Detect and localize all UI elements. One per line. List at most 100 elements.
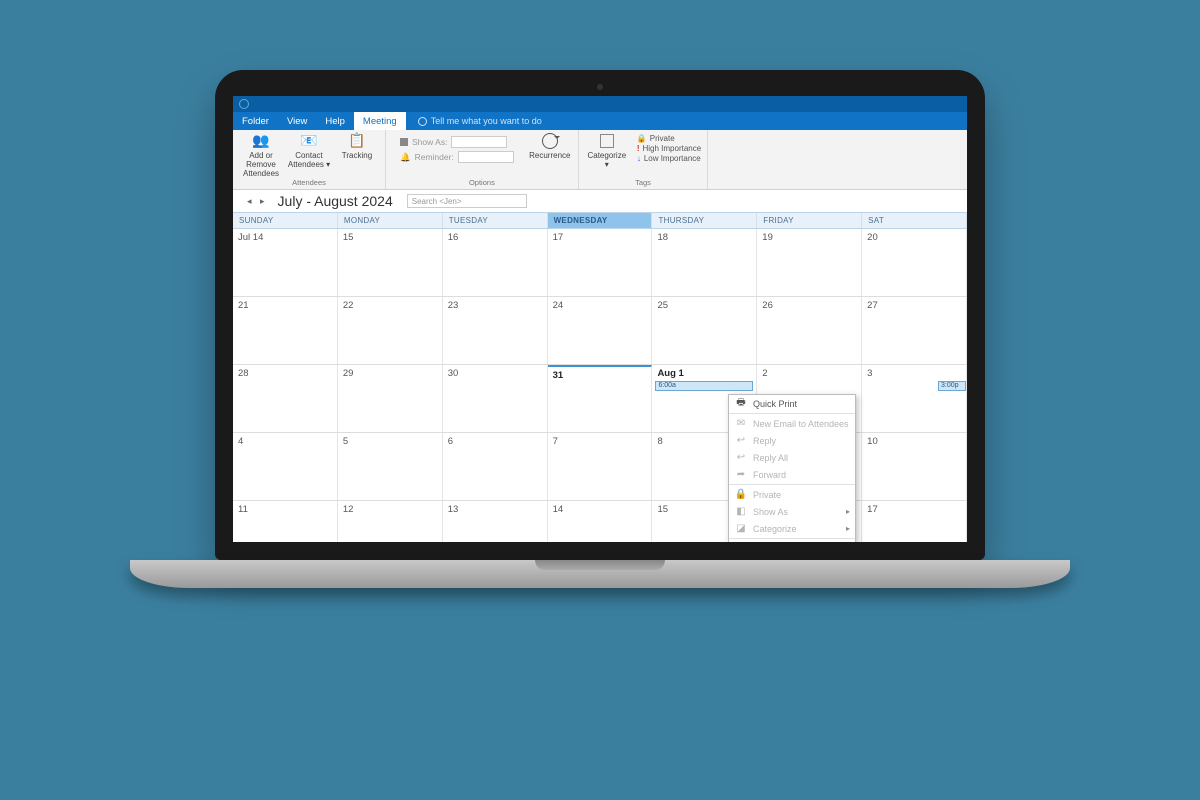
calendar-cell[interactable]: 24 <box>548 297 653 364</box>
calendar-cell[interactable]: 17 <box>862 501 967 542</box>
➦-icon: ➦ <box>735 469 747 481</box>
categorize-button[interactable]: Categorize ▾ <box>585 132 629 170</box>
calendar-cell[interactable]: 29 <box>338 365 443 432</box>
calendar-cell[interactable]: 28 <box>233 365 338 432</box>
calendar-cell[interactable]: 13 <box>443 501 548 542</box>
reminder-row[interactable]: 🔔Reminder: <box>400 151 514 163</box>
calendar-grid: SUNDAYMONDAYTUESDAYWEDNESDAYTHURSDAYFRID… <box>233 212 967 542</box>
restore-icon[interactable] <box>239 99 249 109</box>
calendar-cell[interactable]: 22 <box>338 297 443 364</box>
calendar-cell[interactable]: 6 <box>443 433 548 500</box>
menu-item-label: Private <box>753 490 781 500</box>
day-header: SUNDAY <box>233 213 338 228</box>
group-attendees-label: Attendees <box>292 178 326 187</box>
calendar-cell[interactable]: 25 <box>652 297 757 364</box>
recurrence-icon <box>542 133 558 149</box>
calendar-cell[interactable]: 26 <box>757 297 862 364</box>
ribbon: 👥Add or Remove Attendees 📧Contact Attend… <box>233 130 967 190</box>
calendar-cell[interactable]: 5 <box>338 433 443 500</box>
group-tags-label: Tags <box>635 178 651 187</box>
recurrence-button[interactable]: Recurrence <box>528 132 572 161</box>
calendar-cell[interactable]: 4 <box>233 433 338 500</box>
calendar-nav: ◂ ▸ July - August 2024 Search <Jen> <box>233 190 967 212</box>
calendar-cell[interactable]: 16 <box>443 229 548 296</box>
appointment-chip[interactable]: 3:00p <box>938 381 966 391</box>
menu-forward: ➦ Forward <box>729 466 855 483</box>
menu-item-label: Quick Print <box>753 399 797 409</box>
ribbon-tabs: FolderViewHelpMeeting Tell me what you w… <box>233 112 967 130</box>
calendar-cell[interactable]: 19 <box>757 229 862 296</box>
calendar-cell[interactable]: 17 <box>548 229 653 296</box>
window-titlebar <box>233 96 967 112</box>
tab-meeting[interactable]: Meeting <box>354 112 406 130</box>
tracking-button[interactable]: 📋Tracking <box>335 132 379 178</box>
menu-item-label: Show As <box>753 507 788 517</box>
day-header: THURSDAY <box>652 213 757 228</box>
tracking-icon: 📋 <box>346 132 368 150</box>
calendar-cell[interactable]: 23 <box>443 297 548 364</box>
tab-help[interactable]: Help <box>316 112 354 130</box>
mail-icon: 📧 <box>298 132 320 150</box>
calendar-cell[interactable]: 21 <box>233 297 338 364</box>
calendar-cell[interactable]: 15 <box>338 229 443 296</box>
day-header: MONDAY <box>338 213 443 228</box>
menu-quick-print[interactable]: 🖶 Quick Print <box>729 395 855 412</box>
context-menu: 🖶 Quick Print ✉ New Email to Attendees ↩ Repl… <box>728 394 856 542</box>
calendar-cell[interactable]: 30 <box>443 365 548 432</box>
categorize-icon <box>600 134 614 148</box>
tab-folder[interactable]: Folder <box>233 112 278 130</box>
calendar-cell[interactable]: 18 <box>652 229 757 296</box>
menu-item-label: Reply All <box>753 453 788 463</box>
calendar-cell[interactable]: Jul 14 <box>233 229 338 296</box>
tell-me-search[interactable]: Tell me what you want to do <box>406 112 542 130</box>
day-header-row: SUNDAYMONDAYTUESDAYWEDNESDAYTHURSDAYFRID… <box>233 212 967 229</box>
day-header: WEDNESDAY <box>548 213 653 228</box>
outlook-window: FolderViewHelpMeeting Tell me what you w… <box>233 96 967 542</box>
◪-icon: ◪ <box>735 523 747 535</box>
calendar-cell[interactable]: 11 <box>233 501 338 542</box>
contact-attendees-button[interactable]: 📧Contact Attendees ▾ <box>287 132 331 178</box>
tab-view[interactable]: View <box>278 112 316 130</box>
🔒-icon: 🔒 <box>735 489 747 501</box>
menu-item-label: Reply <box>753 436 776 446</box>
✉-icon: ✉ <box>735 418 747 430</box>
🖶-icon: 🖶 <box>735 398 747 410</box>
day-header: FRIDAY <box>757 213 862 228</box>
low-importance-toggle[interactable]: ↓ Low Importance <box>637 154 701 163</box>
appointment-chip[interactable]: 6:00a <box>655 381 753 391</box>
day-header: SAT <box>862 213 967 228</box>
calendar-cell[interactable]: 12 <box>338 501 443 542</box>
tell-me-label: Tell me what you want to do <box>431 116 542 126</box>
show-as-row[interactable]: Show As: <box>400 136 514 148</box>
prev-next-arrows[interactable]: ◂ ▸ <box>247 196 268 207</box>
calendar-cell[interactable]: 10 <box>862 433 967 500</box>
menu-categorize: ◪ Categorize <box>729 520 855 537</box>
date-range-title: July - August 2024 <box>278 193 393 209</box>
menu-show-as: ◧ Show As <box>729 503 855 520</box>
search-input[interactable]: Search <Jen> <box>407 194 527 208</box>
menu-send-to-onenote[interactable]: Send to OneNote <box>729 540 855 542</box>
◧-icon: ◧ <box>735 506 747 518</box>
menu-item-label: Forward <box>753 470 786 480</box>
calendar-cell[interactable]: 33:00p <box>862 365 967 432</box>
add-remove-attendees-button[interactable]: 👥Add or Remove Attendees <box>239 132 283 178</box>
people-icon: 👥 <box>250 132 272 150</box>
calendar-cell[interactable]: 27 <box>862 297 967 364</box>
menu-item-label: New Email to Attendees <box>753 419 849 429</box>
menu-new-email-to-attendees: ✉ New Email to Attendees <box>729 415 855 432</box>
menu-reply: ↩ Reply <box>729 432 855 449</box>
day-header: TUESDAY <box>443 213 548 228</box>
calendar-cell[interactable]: 31 <box>548 365 653 432</box>
calendar-cell[interactable]: 7 <box>548 433 653 500</box>
menu-item-label: Categorize <box>753 524 797 534</box>
calendar-cell[interactable]: 14 <box>548 501 653 542</box>
group-options-label: Options <box>469 178 495 187</box>
↩-icon: ↩ <box>735 435 747 447</box>
menu-reply-all: ↩ Reply All <box>729 449 855 466</box>
calendar-cell[interactable]: 20 <box>862 229 967 296</box>
lightbulb-icon <box>418 117 427 126</box>
↩-icon: ↩ <box>735 452 747 464</box>
high-importance-toggle[interactable]: ! High Importance <box>637 144 701 153</box>
menu-private: 🔒 Private <box>729 486 855 503</box>
private-toggle[interactable]: 🔒 Private <box>637 134 701 143</box>
